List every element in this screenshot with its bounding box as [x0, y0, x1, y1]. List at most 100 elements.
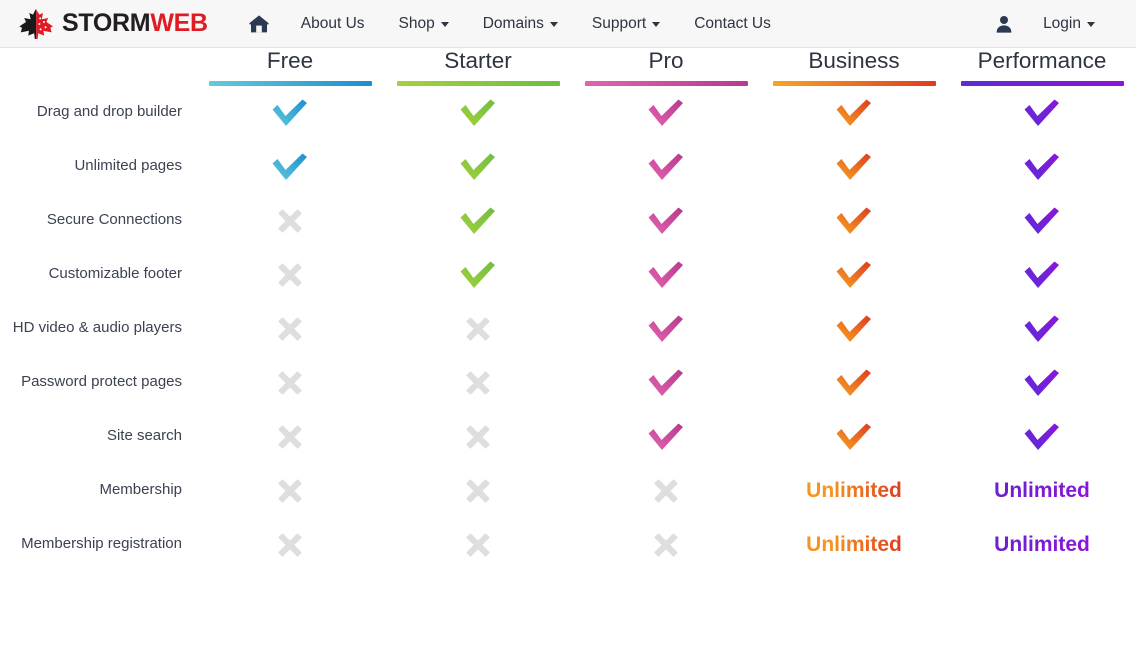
cell-performance-secure-connections — [948, 194, 1136, 248]
cell-pro-drag-and-drop-builder — [572, 86, 760, 140]
table-body: Drag and drop builder Unlimited pages Secu… — [0, 86, 1136, 572]
cell-starter-hd-video-audio-players — [384, 302, 572, 356]
check-icon — [834, 99, 874, 126]
plan-name: Pro — [648, 48, 684, 73]
nav-item-shop[interactable]: Shop — [382, 9, 466, 39]
cross-icon — [651, 479, 681, 503]
plan-name: Business — [808, 48, 900, 73]
chevron-down-icon — [549, 22, 558, 27]
cell-free-site-search — [196, 410, 384, 464]
nav-label: Support — [591, 14, 647, 32]
brand-logo[interactable]: STORMWEB — [18, 8, 208, 40]
plan-name: Performance — [977, 48, 1107, 73]
check-icon — [1022, 315, 1062, 342]
check-icon — [646, 153, 686, 180]
cell-starter-drag-and-drop-builder — [384, 86, 572, 140]
check-icon — [1022, 99, 1062, 126]
check-icon — [270, 153, 310, 180]
cross-icon — [463, 371, 493, 395]
cross-icon — [463, 425, 493, 449]
check-icon — [646, 207, 686, 234]
check-icon — [458, 99, 498, 126]
table-row: Password protect pages — [0, 356, 1136, 410]
cell-business-hd-video-audio-players — [760, 302, 948, 356]
cross-icon — [275, 479, 305, 503]
brand-name-primary: STORM — [62, 9, 151, 37]
home-icon — [248, 14, 270, 34]
cell-free-unlimited-pages — [196, 140, 384, 194]
table-row: Unlimited pages — [0, 140, 1136, 194]
cell-free-hd-video-audio-players — [196, 302, 384, 356]
corner-cell — [0, 48, 196, 86]
table-row: Membership Unlimited Unlimited — [0, 464, 1136, 518]
cross-icon — [275, 317, 305, 341]
cell-business-customizable-footer — [760, 248, 948, 302]
cell-business-unlimited-pages — [760, 140, 948, 194]
nav-item-contact-us[interactable]: Contact Us — [677, 9, 788, 39]
cell-business-membership-registration: Unlimited — [760, 518, 948, 572]
nav-item-domains[interactable]: Domains — [466, 9, 575, 39]
nav-label: About Us — [300, 14, 365, 32]
cell-pro-site-search — [572, 410, 760, 464]
plan-comparison-table: Free Starter Pro Business Performance Dr… — [0, 48, 1136, 572]
check-icon — [834, 207, 874, 234]
cell-free-membership — [196, 464, 384, 518]
cell-performance-hd-video-audio-players — [948, 302, 1136, 356]
check-icon — [646, 261, 686, 288]
cell-business-password-protect-pages — [760, 356, 948, 410]
cross-icon — [275, 533, 305, 557]
check-icon — [1022, 207, 1062, 234]
table-row: Site search — [0, 410, 1136, 464]
cell-business-secure-connections — [760, 194, 948, 248]
cell-free-secure-connections — [196, 194, 384, 248]
cell-pro-secure-connections — [572, 194, 760, 248]
cross-icon — [463, 533, 493, 557]
table-row: Secure Connections — [0, 194, 1136, 248]
feature-label-site-search: Site search — [106, 427, 182, 445]
cell-pro-unlimited-pages — [572, 140, 760, 194]
nav-label: Domains — [482, 14, 544, 32]
cross-icon — [275, 209, 305, 233]
cell-free-password-protect-pages — [196, 356, 384, 410]
value-text: Unlimited — [806, 478, 902, 502]
cell-pro-hd-video-audio-players — [572, 302, 760, 356]
plan-column-starter[interactable]: Starter — [384, 48, 572, 86]
cell-performance-membership: Unlimited — [948, 464, 1136, 518]
cell-performance-customizable-footer — [948, 248, 1136, 302]
feature-label-membership: Membership — [99, 481, 182, 499]
cell-free-membership-registration — [196, 518, 384, 572]
cell-starter-membership-registration — [384, 518, 572, 572]
chevron-down-icon — [440, 22, 449, 27]
cell-free-drag-and-drop-builder — [196, 86, 384, 140]
brand-name-accent: WEB — [150, 9, 208, 37]
nav-item-about-us[interactable]: About Us — [284, 9, 382, 39]
plan-column-pro[interactable]: Pro — [572, 48, 760, 86]
top-navbar: STORMWEB About Us Shop Domains Support C… — [0, 0, 1136, 48]
cross-icon — [275, 425, 305, 449]
cell-performance-membership-registration: Unlimited — [948, 518, 1136, 572]
plan-column-free[interactable]: Free — [196, 48, 384, 86]
login-menu[interactable]: Login — [1026, 9, 1112, 39]
cell-business-site-search — [760, 410, 948, 464]
check-icon — [834, 153, 874, 180]
check-icon — [834, 369, 874, 396]
check-icon — [834, 315, 874, 342]
nav-label: Contact Us — [694, 14, 771, 32]
value-text: Unlimited — [994, 478, 1090, 502]
feature-label-customizable-footer: Customizable footer — [48, 265, 182, 283]
plan-column-performance[interactable]: Performance — [948, 48, 1136, 86]
account-area: Login — [994, 9, 1120, 39]
check-icon — [1022, 423, 1062, 450]
nav-item-support[interactable]: Support — [575, 9, 677, 39]
cell-business-membership: Unlimited — [760, 464, 948, 518]
cell-starter-membership — [384, 464, 572, 518]
table-row: HD video & audio players — [0, 302, 1136, 356]
nav-label: Shop — [398, 14, 435, 32]
check-icon — [834, 261, 874, 288]
check-icon — [1022, 261, 1062, 288]
nav-item-home[interactable] — [234, 8, 284, 40]
plan-column-business[interactable]: Business — [760, 48, 948, 86]
cell-pro-password-protect-pages — [572, 356, 760, 410]
check-icon — [646, 369, 686, 396]
check-icon — [646, 99, 686, 126]
